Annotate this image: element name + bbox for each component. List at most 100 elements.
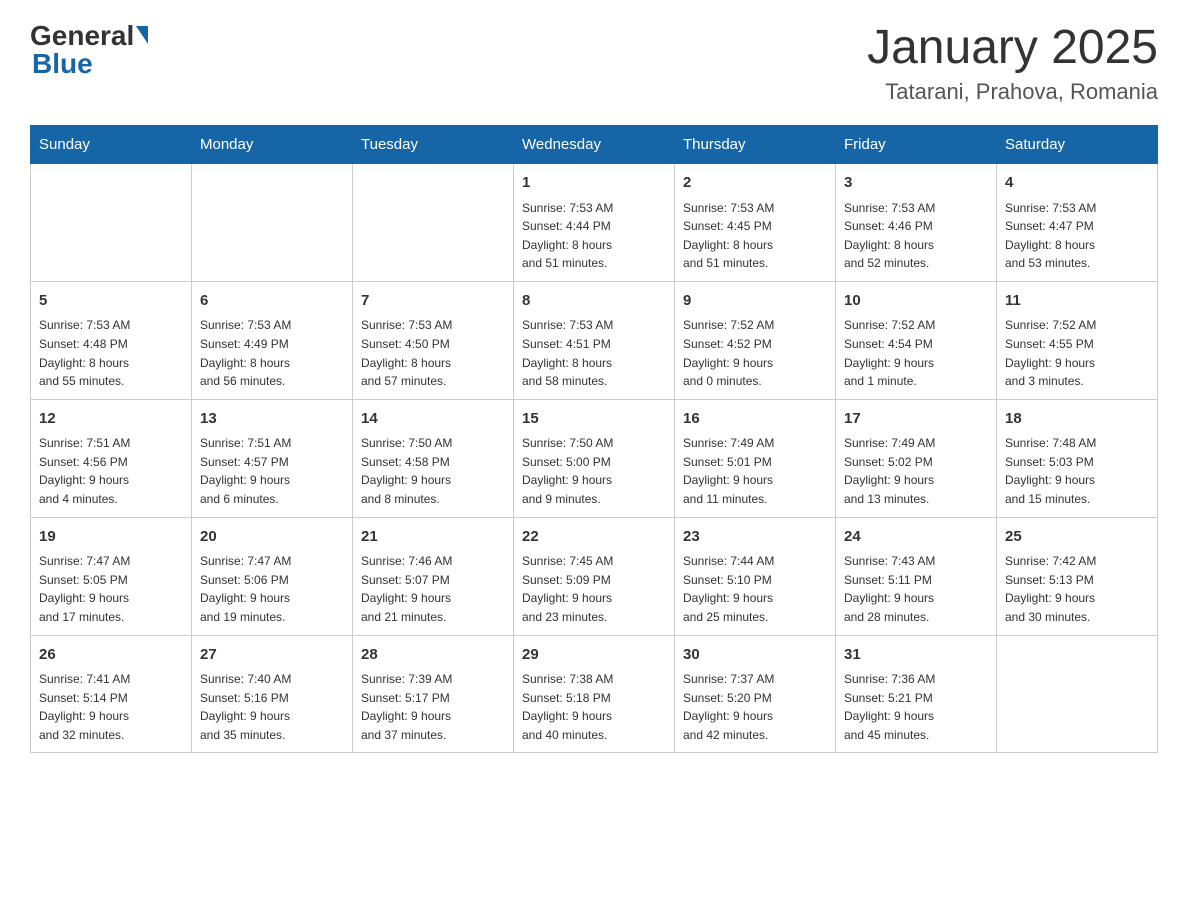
day-info: Sunrise: 7:53 AMSunset: 4:51 PMDaylight:… <box>522 316 666 390</box>
header-friday: Friday <box>836 126 997 164</box>
day-number: 13 <box>200 408 344 431</box>
day-number: 24 <box>844 526 988 549</box>
calendar-cell-w4-d6: 24Sunrise: 7:43 AMSunset: 5:11 PMDayligh… <box>836 517 997 635</box>
calendar-cell-w2-d5: 9Sunrise: 7:52 AMSunset: 4:52 PMDaylight… <box>675 281 836 399</box>
day-info: Sunrise: 7:40 AMSunset: 5:16 PMDaylight:… <box>200 670 344 744</box>
day-info: Sunrise: 7:53 AMSunset: 4:47 PMDaylight:… <box>1005 199 1149 273</box>
day-number: 2 <box>683 172 827 195</box>
day-number: 10 <box>844 290 988 313</box>
header-thursday: Thursday <box>675 126 836 164</box>
day-number: 12 <box>39 408 183 431</box>
day-number: 25 <box>1005 526 1149 549</box>
calendar-cell-w5-d7 <box>997 635 1158 753</box>
day-info: Sunrise: 7:49 AMSunset: 5:01 PMDaylight:… <box>683 434 827 508</box>
day-info: Sunrise: 7:36 AMSunset: 5:21 PMDaylight:… <box>844 670 988 744</box>
calendar-cell-w5-d2: 27 Sunrise: 7:40 AMSunset: 5:16 PMDayligh… <box>192 635 353 753</box>
calendar-cell-w5-d6: 31 Sunrise: 7:36 AMSunset: 5:21 PMDayligh… <box>836 635 997 753</box>
day-number: 6 <box>200 290 344 313</box>
calendar-cell-w5-d3: 28 Sunrise: 7:39 AMSunset: 5:17 PMDayligh… <box>353 635 514 753</box>
day-info: Sunrise: 7:49 AMSunset: 5:02 PMDaylight:… <box>844 434 988 508</box>
day-info: Sunrise: 7:39 AMSunset: 5:17 PMDaylight:… <box>361 670 505 744</box>
logo-blue-text: Blue <box>30 48 93 80</box>
day-number: 26 <box>39 644 183 667</box>
calendar-cell-w1-d4: 1 Sunrise: 7:53 AMSunset: 4:44 PMDaylight… <box>514 164 675 282</box>
calendar-cell-w1-d3 <box>353 164 514 282</box>
calendar-table: Sunday Monday Tuesday Wednesday Thursday… <box>30 125 1158 753</box>
day-info: Sunrise: 7:52 AMSunset: 4:52 PMDaylight:… <box>683 316 827 390</box>
calendar-cell-w5-d5: 30 Sunrise: 7:37 AMSunset: 5:20 PMDayligh… <box>675 635 836 753</box>
calendar-cell-w4-d1: 19 Sunrise: 7:47 AMSunset: 5:05 PMDayligh… <box>31 517 192 635</box>
header-sunday: Sunday <box>31 126 192 164</box>
day-info: Sunrise: 7:47 AMSunset: 5:05 PMDaylight:… <box>39 552 183 626</box>
day-info: Sunrise: 7:53 AMSunset: 4:45 PMDaylight:… <box>683 199 827 273</box>
day-number: 15 <box>522 408 666 431</box>
calendar-week-1: 1 Sunrise: 7:53 AMSunset: 4:44 PMDaylight… <box>31 164 1158 282</box>
day-info: Sunrise: 7:52 AMSunset: 4:55 PMDaylight:… <box>1005 316 1149 390</box>
day-number: 27 <box>200 644 344 667</box>
calendar-cell-w4-d2: 20Sunrise: 7:47 AMSunset: 5:06 PMDayligh… <box>192 517 353 635</box>
day-number: 16 <box>683 408 827 431</box>
day-info: Sunrise: 7:53 AMSunset: 4:48 PMDaylight:… <box>39 316 183 390</box>
calendar-week-5: 26 Sunrise: 7:41 AMSunset: 5:14 PMDayligh… <box>31 635 1158 753</box>
day-number: 22 <box>522 526 666 549</box>
calendar-cell-w2-d7: 11 Sunrise: 7:52 AMSunset: 4:55 PMDayligh… <box>997 281 1158 399</box>
calendar-cell-w3-d3: 14Sunrise: 7:50 AMSunset: 4:58 PMDayligh… <box>353 399 514 517</box>
day-info: Sunrise: 7:53 AMSunset: 4:44 PMDaylight:… <box>522 199 666 273</box>
day-number: 8 <box>522 290 666 313</box>
day-info: Sunrise: 7:46 AMSunset: 5:07 PMDaylight:… <box>361 552 505 626</box>
day-info: Sunrise: 7:53 AMSunset: 4:50 PMDaylight:… <box>361 316 505 390</box>
calendar-cell-w1-d1 <box>31 164 192 282</box>
day-number: 5 <box>39 290 183 313</box>
calendar-week-3: 12 Sunrise: 7:51 AMSunset: 4:56 PMDayligh… <box>31 399 1158 517</box>
calendar-cell-w4-d7: 25 Sunrise: 7:42 AMSunset: 5:13 PMDayligh… <box>997 517 1158 635</box>
day-number: 1 <box>522 172 666 195</box>
location-title: Tatarani, Prahova, Romania <box>867 79 1158 105</box>
day-info: Sunrise: 7:52 AMSunset: 4:54 PMDaylight:… <box>844 316 988 390</box>
day-info: Sunrise: 7:38 AMSunset: 5:18 PMDaylight:… <box>522 670 666 744</box>
header-tuesday: Tuesday <box>353 126 514 164</box>
day-info: Sunrise: 7:51 AMSunset: 4:56 PMDaylight:… <box>39 434 183 508</box>
day-number: 4 <box>1005 172 1149 195</box>
day-info: Sunrise: 7:50 AMSunset: 4:58 PMDaylight:… <box>361 434 505 508</box>
day-number: 28 <box>361 644 505 667</box>
logo-arrow-icon <box>136 26 148 44</box>
day-info: Sunrise: 7:47 AMSunset: 5:06 PMDaylight:… <box>200 552 344 626</box>
day-number: 7 <box>361 290 505 313</box>
day-info: Sunrise: 7:42 AMSunset: 5:13 PMDaylight:… <box>1005 552 1149 626</box>
day-number: 30 <box>683 644 827 667</box>
day-info: Sunrise: 7:37 AMSunset: 5:20 PMDaylight:… <box>683 670 827 744</box>
calendar-cell-w3-d5: 16 Sunrise: 7:49 AMSunset: 5:01 PMDayligh… <box>675 399 836 517</box>
calendar-cell-w3-d7: 18 Sunrise: 7:48 AMSunset: 5:03 PMDayligh… <box>997 399 1158 517</box>
calendar-cell-w3-d4: 15 Sunrise: 7:50 AMSunset: 5:00 PMDayligh… <box>514 399 675 517</box>
day-info: Sunrise: 7:50 AMSunset: 5:00 PMDaylight:… <box>522 434 666 508</box>
calendar-cell-w3-d6: 17 Sunrise: 7:49 AMSunset: 5:02 PMDayligh… <box>836 399 997 517</box>
day-number: 19 <box>39 526 183 549</box>
calendar-cell-w2-d6: 10 Sunrise: 7:52 AMSunset: 4:54 PMDayligh… <box>836 281 997 399</box>
day-info: Sunrise: 7:48 AMSunset: 5:03 PMDaylight:… <box>1005 434 1149 508</box>
day-info: Sunrise: 7:41 AMSunset: 5:14 PMDaylight:… <box>39 670 183 744</box>
day-info: Sunrise: 7:45 AMSunset: 5:09 PMDaylight:… <box>522 552 666 626</box>
calendar-cell-w5-d4: 29 Sunrise: 7:38 AMSunset: 5:18 PMDayligh… <box>514 635 675 753</box>
calendar-cell-w5-d1: 26 Sunrise: 7:41 AMSunset: 5:14 PMDayligh… <box>31 635 192 753</box>
day-number: 3 <box>844 172 988 195</box>
day-number: 17 <box>844 408 988 431</box>
header-wednesday: Wednesday <box>514 126 675 164</box>
day-number: 23 <box>683 526 827 549</box>
month-title: January 2025 <box>867 20 1158 75</box>
day-number: 29 <box>522 644 666 667</box>
calendar-cell-w3-d2: 13Sunrise: 7:51 AMSunset: 4:57 PMDayligh… <box>192 399 353 517</box>
day-number: 11 <box>1005 290 1149 313</box>
title-section: January 2025 Tatarani, Prahova, Romania <box>867 20 1158 105</box>
calendar-cell-w1-d6: 3Sunrise: 7:53 AMSunset: 4:46 PMDaylight… <box>836 164 997 282</box>
calendar-cell-w4-d5: 23Sunrise: 7:44 AMSunset: 5:10 PMDayligh… <box>675 517 836 635</box>
calendar-cell-w3-d1: 12 Sunrise: 7:51 AMSunset: 4:56 PMDayligh… <box>31 399 192 517</box>
day-number: 21 <box>361 526 505 549</box>
calendar-cell-w1-d2 <box>192 164 353 282</box>
calendar-week-2: 5 Sunrise: 7:53 AMSunset: 4:48 PMDaylight… <box>31 281 1158 399</box>
day-number: 18 <box>1005 408 1149 431</box>
calendar-cell-w2-d1: 5 Sunrise: 7:53 AMSunset: 4:48 PMDaylight… <box>31 281 192 399</box>
day-number: 31 <box>844 644 988 667</box>
calendar-cell-w1-d7: 4 Sunrise: 7:53 AMSunset: 4:47 PMDaylight… <box>997 164 1158 282</box>
calendar-header-row: Sunday Monday Tuesday Wednesday Thursday… <box>31 126 1158 164</box>
calendar-week-4: 19 Sunrise: 7:47 AMSunset: 5:05 PMDayligh… <box>31 517 1158 635</box>
